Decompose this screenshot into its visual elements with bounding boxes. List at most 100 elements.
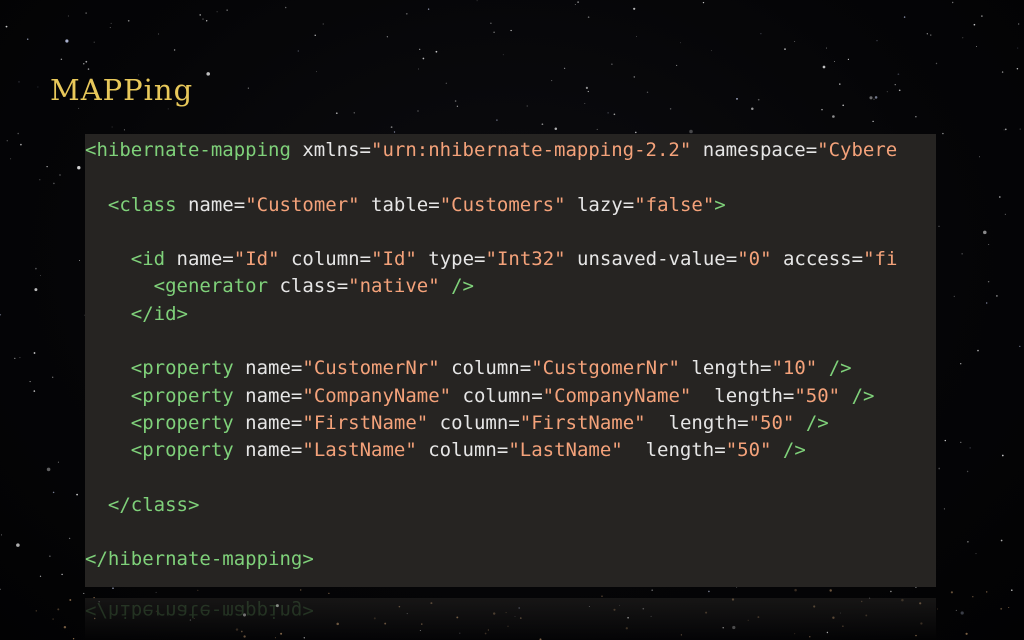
code-token: = (336, 275, 349, 298)
star (680, 42, 681, 44)
code-token: = (233, 193, 246, 216)
star (35, 610, 38, 612)
code-token: = (474, 248, 486, 271)
star (611, 63, 613, 65)
star (613, 113, 616, 116)
code-token: xmlns (302, 139, 360, 161)
star (985, 591, 988, 593)
code-token: length (714, 384, 783, 407)
code-token: = (531, 384, 543, 407)
star (328, 592, 330, 594)
code-token: = (290, 357, 303, 380)
star (903, 16, 906, 18)
star (708, 590, 710, 593)
star (83, 63, 85, 65)
star (635, 131, 637, 134)
code-token: name (245, 384, 291, 407)
star (353, 112, 355, 114)
code-token: namespace (702, 139, 806, 161)
star (173, 49, 176, 51)
code-token: <generator (153, 275, 280, 298)
star (52, 618, 54, 620)
star (299, 589, 302, 591)
star (969, 447, 971, 449)
code-token: length (645, 439, 715, 462)
star (10, 158, 12, 160)
star (405, 12, 408, 15)
star (1010, 589, 1013, 592)
star (1016, 67, 1019, 70)
star (111, 126, 113, 128)
star (651, 589, 654, 592)
star (39, 179, 41, 181)
star (1004, 128, 1007, 131)
star (17, 132, 20, 135)
star (975, 553, 977, 555)
code-token: "Int32" (485, 248, 566, 271)
star (476, 0, 478, 2)
reflection-text: </hibernate-mapping> (85, 600, 314, 622)
star (422, 57, 425, 60)
star (1003, 129, 1005, 131)
star (123, 129, 125, 131)
star (874, 96, 878, 99)
star (821, 108, 823, 111)
code-token: "50" (794, 384, 841, 407)
code-line: </class> (85, 492, 897, 519)
code-token: </hibernate-mapping> (85, 548, 314, 571)
code-token: /> (451, 275, 474, 298)
star (322, 23, 324, 25)
code-token: type (428, 248, 475, 271)
star (702, 1, 705, 4)
star (67, 15, 69, 17)
code-token: <property (130, 411, 246, 434)
star (736, 98, 738, 100)
star (633, 76, 636, 78)
star (943, 508, 945, 510)
star (554, 127, 558, 130)
star (829, 589, 832, 592)
star (435, 50, 438, 53)
star (60, 58, 63, 61)
code-token: /> (828, 357, 852, 380)
star (988, 244, 990, 246)
star (577, 1, 579, 3)
star (1004, 213, 1007, 216)
star (454, 100, 457, 102)
star (938, 467, 941, 470)
star (587, 16, 590, 18)
star (839, 83, 841, 85)
star (952, 1, 954, 4)
star (633, 7, 636, 10)
code-token: column (439, 411, 509, 434)
star (46, 165, 48, 168)
star (987, 280, 990, 283)
star (979, 156, 981, 158)
star (386, 36, 388, 38)
code-token: <property (130, 439, 246, 462)
star (977, 349, 979, 352)
star (584, 102, 586, 104)
code-token: "LastName" (302, 439, 417, 462)
code-token: "FirstName" (519, 411, 646, 434)
code-token: "Id" (233, 248, 280, 271)
code-token: name (176, 248, 223, 271)
code-line: <hibernate-mapping xmlns="urn:nhibernate… (85, 137, 897, 164)
code-token: = (290, 384, 303, 407)
code-token: name (245, 411, 291, 434)
star (669, 108, 672, 110)
star (34, 288, 38, 292)
code-token: <class (107, 193, 188, 216)
star (427, 8, 430, 10)
